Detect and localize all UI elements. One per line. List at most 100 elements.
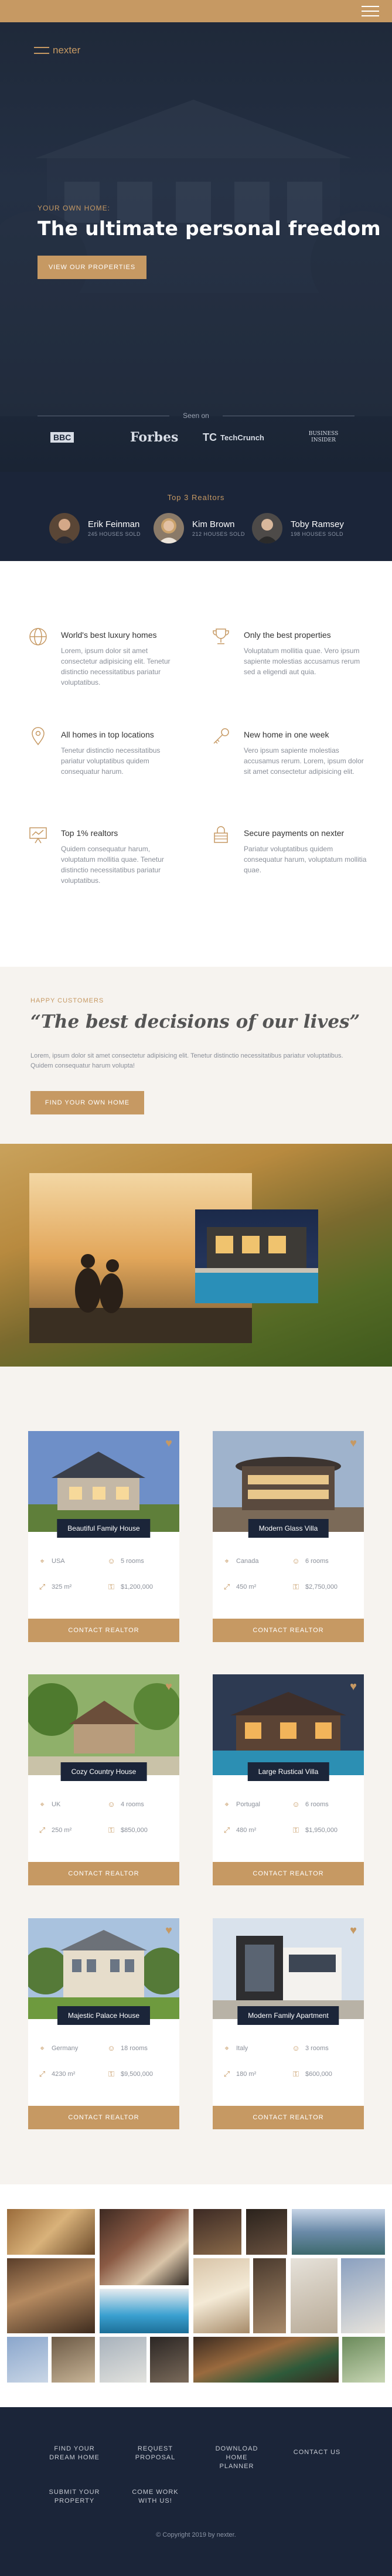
realtor-houses-sold: 212 HOUSES SOLD (192, 531, 246, 537)
gallery-image[interactable] (193, 2337, 339, 2383)
realtor-name: Erik Feinman (88, 519, 140, 529)
feature-text: Vero ipsum sapiente molestias accusamus … (244, 746, 364, 776)
heart-icon[interactable]: ♥ (350, 1437, 357, 1450)
home-location: UK (52, 1801, 61, 1808)
home-card[interactable]: ♥ Cozy Country House ⌖ UK ☺ 4 rooms ⤢ 250 m… (28, 1674, 179, 1885)
feature-item: Top 1% realtors Quidem consequatur harum… (28, 825, 186, 895)
home-photo (28, 1918, 179, 2019)
gallery-image[interactable] (100, 2209, 189, 2285)
home-rooms: 18 rooms (121, 2045, 148, 2052)
realtor-name: Toby Ramsey (291, 519, 344, 529)
home-photo (213, 1918, 364, 2019)
home-name: Majestic Palace House (57, 2006, 151, 2025)
feature-title: World's best luxury homes (61, 630, 157, 640)
footer-link-submit-property[interactable]: Submit your property (48, 2488, 101, 2506)
hero-section: nexter Your own home: The ultimate perso… (0, 0, 392, 472)
footer-link-find-dream-home[interactable]: Find your dream home (48, 2445, 101, 2462)
story-section: Happy Customers “The best decisions of o… (0, 967, 392, 1144)
expand-icon: ⤢ (39, 1582, 46, 1591)
realtor-card[interactable]: Toby Ramsey 198 HOUSES SOLD (252, 513, 344, 543)
contact-realtor-button[interactable]: Contact realtor (213, 1619, 364, 1642)
hamburger-menu-icon[interactable] (362, 6, 379, 16)
home-card[interactable]: ♥ Modern Glass Villa ⌖ Canada ☺ 6 rooms ⤢ 4… (213, 1431, 364, 1642)
contact-realtor-button[interactable]: Contact realtor (28, 1619, 179, 1642)
presentation-icon (29, 827, 47, 844)
globe-icon (29, 628, 47, 645)
view-properties-button[interactable]: View our properties (38, 256, 146, 279)
gallery-image[interactable] (150, 2337, 189, 2383)
home-card[interactable]: ♥ Large Rustical Villa ⌖ Portugal ☺ 6 room… (213, 1674, 364, 1885)
press-logo-bbc-text: BBC (50, 432, 74, 443)
gallery-image[interactable] (7, 2258, 95, 2333)
home-area: 250 m² (52, 1827, 72, 1834)
map-pin-icon: ⌖ (224, 2044, 229, 2052)
avatar (252, 513, 282, 543)
gallery-image[interactable] (52, 2337, 95, 2383)
user-icon: ☺ (107, 1557, 115, 1565)
realtor-name: Kim Brown (192, 519, 235, 529)
home-location: Germany (52, 2045, 79, 2052)
story-photos (0, 1144, 392, 1367)
map-pin-icon (32, 727, 45, 746)
key-icon: ⚿ (293, 2069, 299, 2078)
avatar (49, 513, 80, 543)
realtor-card[interactable]: Kim Brown 212 HOUSES SOLD (154, 513, 245, 543)
map-pin-icon: ⌖ (224, 1557, 229, 1565)
home-card[interactable]: ♥ Majestic Palace House ⌖ Germany ☺ 18 roo… (28, 1918, 179, 2129)
home-location: Canada (236, 1558, 259, 1565)
home-card[interactable]: ♥ Modern Family Apartment ⌖ Italy ☺ 3 room… (213, 1918, 364, 2129)
map-pin-icon: ⌖ (224, 1800, 229, 1809)
hero-eyebrow: Your own home: (38, 204, 110, 212)
contact-realtor-button[interactable]: Contact realtor (28, 2106, 179, 2129)
gallery-image[interactable] (100, 2337, 146, 2383)
find-home-button[interactable]: Find your own home (30, 1091, 144, 1114)
gallery-image[interactable] (7, 2337, 48, 2383)
heart-icon[interactable]: ♥ (165, 1924, 172, 1938)
hero-background-house-illustration (0, 100, 392, 416)
trophy-icon (213, 628, 229, 644)
contact-realtor-button[interactable]: Contact realtor (213, 1862, 364, 1885)
home-photo (28, 1674, 179, 1775)
heart-icon[interactable]: ♥ (165, 1437, 172, 1450)
home-location: Italy (236, 2045, 248, 2052)
gallery-image[interactable] (342, 2337, 385, 2383)
gallery-image[interactable] (193, 2209, 241, 2255)
realtor-card[interactable]: Erik Feinman 245 HOUSES SOLD (49, 513, 141, 543)
home-photo (213, 1674, 364, 1775)
logo[interactable]: nexter (34, 45, 80, 56)
footer-link-careers[interactable]: Come work with us! (129, 2488, 182, 2506)
home-name: Large Rustical Villa (247, 1762, 329, 1781)
features-section: World's best luxury homes Lorem, ipsum d… (0, 561, 392, 967)
footer-link-download-planner[interactable]: Download home planner (207, 2445, 266, 2471)
realtor-houses-sold: 198 HOUSES SOLD (291, 531, 344, 537)
key-icon: ⚿ (108, 1826, 114, 1834)
heart-icon[interactable]: ♥ (350, 1680, 357, 1694)
heart-icon[interactable]: ♥ (350, 1924, 357, 1938)
expand-icon: ⤢ (223, 1826, 230, 1834)
logo-text: nexter (53, 45, 81, 56)
home-price: $2,750,000 (305, 1583, 338, 1591)
gallery-image[interactable] (291, 2258, 338, 2333)
contact-realtor-button[interactable]: Contact realtor (213, 2106, 364, 2129)
pool-villa-photo (195, 1209, 318, 1303)
heart-icon[interactable]: ♥ (165, 1680, 172, 1694)
gallery-image[interactable] (100, 2289, 189, 2333)
home-rooms: 6 rooms (305, 1801, 329, 1808)
gallery-image[interactable] (246, 2209, 287, 2255)
footer-link-request-proposal[interactable]: Request proposal (129, 2445, 182, 2462)
gallery-image[interactable] (341, 2258, 385, 2333)
contact-realtor-button[interactable]: Contact realtor (28, 1862, 179, 1885)
feature-title: Secure payments on nexter (244, 828, 345, 838)
realtors-section: Top 3 Realtors Erik Feinman 245 HOUSES S… (0, 472, 392, 561)
home-card[interactable]: ♥ Beautiful Family House ⌖ USA ☺ 5 rooms ⤢… (28, 1431, 179, 1642)
feature-title: Top 1% realtors (61, 828, 118, 838)
feature-item: New home in one week Vero ipsum sapiente… (211, 726, 369, 791)
gallery-image[interactable] (193, 2258, 250, 2333)
hero-title: The ultimate personal freedom (38, 217, 381, 240)
footer-link-contact-us[interactable]: Contact us (291, 2448, 343, 2457)
gallery-image[interactable] (253, 2258, 286, 2333)
gallery-image[interactable] (7, 2209, 95, 2255)
press-logo-techcrunch: TC TechCrunch (203, 427, 264, 448)
homes-section: ♥ Beautiful Family House ⌖ USA ☺ 5 rooms ⤢… (0, 1367, 392, 2184)
gallery-image[interactable] (292, 2209, 385, 2255)
